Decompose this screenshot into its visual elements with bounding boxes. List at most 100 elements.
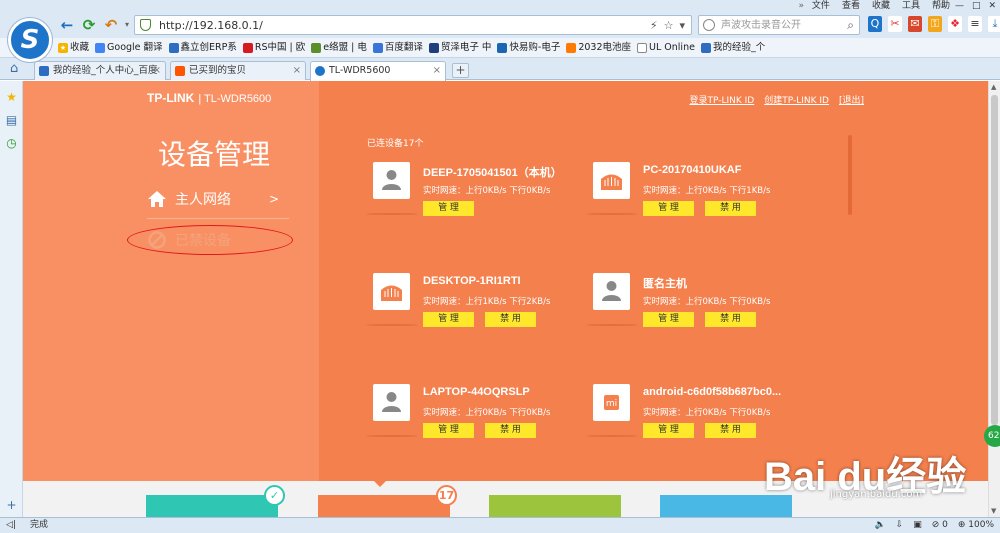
address-url[interactable]: http://192.168.0.1/ (159, 18, 263, 33)
manage-button[interactable]: 管 理 (423, 312, 474, 327)
search-engine-icon[interactable] (703, 19, 715, 31)
back-icon[interactable]: ← (58, 16, 76, 34)
home-icon[interactable]: ⌂ (10, 61, 18, 76)
bookmark-label: 贸泽电子 中 (440, 42, 492, 53)
block-button[interactable]: 禁 用 (705, 423, 756, 438)
device-list-scrollbar[interactable] (848, 135, 852, 215)
dropdown-icon[interactable]: ▾ (679, 18, 685, 33)
device-management-card[interactable]: 17 (318, 485, 457, 517)
bookmark-google-translate[interactable]: Google 翻译 (95, 40, 163, 56)
manage-button[interactable]: 管 理 (423, 201, 474, 216)
refresh-icon[interactable]: ⟳ (80, 16, 98, 34)
bookmark-mouser[interactable]: 贸泽电子 中 (428, 40, 492, 56)
block-button[interactable]: 禁 用 (485, 312, 536, 327)
bookmark-my-experience[interactable]: 我的经验_个 (700, 40, 765, 56)
browser-logo-icon[interactable]: S (8, 18, 52, 62)
close-button[interactable]: ✕ (988, 0, 996, 12)
device-name: android-c6d0f58b687bc0... (643, 386, 782, 398)
scroll-up-icon[interactable]: ▲ (991, 83, 996, 91)
browser-sidebar: ★ ▤ ◷ + (0, 81, 23, 517)
lightning-icon[interactable]: ⚡ (650, 18, 658, 33)
menu-host-network-label: 主人网络 (175, 192, 231, 208)
translate-icon[interactable]: Q (868, 16, 882, 32)
manage-button[interactable]: 管 理 (643, 423, 694, 438)
minimize-button[interactable]: — (955, 0, 964, 12)
bookmark-battery-holder[interactable]: 2032电池座 (566, 40, 631, 56)
bookmark-label: 收藏 (70, 42, 90, 53)
block-button[interactable]: 禁 用 (485, 423, 536, 438)
plugin-icon[interactable]: ❖ (948, 16, 962, 32)
blocked-count[interactable]: ⊘ 0 (932, 518, 948, 533)
new-tab-button[interactable]: + (452, 63, 469, 78)
bookmark-element14[interactable]: e络盟 | 电 (311, 40, 367, 56)
close-icon[interactable]: × (153, 62, 161, 79)
download-status-icon[interactable]: ⇩ (896, 518, 904, 533)
check-icon: ✓ (264, 485, 285, 506)
logout-link[interactable]: [退出] (839, 93, 864, 106)
menu-favorites[interactable]: 收藏 (872, 0, 890, 12)
device-name: PC-20170410UKAF (643, 164, 742, 176)
window-icon[interactable]: ▣ (913, 518, 922, 533)
baidu-logo-icon (700, 43, 711, 53)
maximize-button[interactable]: □ (972, 0, 981, 12)
device-shadow (366, 324, 418, 326)
speaker-icon[interactable]: 🔈 (874, 518, 885, 533)
tab-router[interactable]: TL-WDR5600 × (310, 61, 446, 81)
scrollbar-thumb[interactable] (991, 95, 998, 425)
menu-file[interactable]: 文件 (812, 0, 830, 12)
history-icon[interactable]: ◷ (5, 137, 18, 150)
search-placeholder[interactable]: 声波攻击录音公开 (721, 19, 801, 32)
blocked-count-value: 0 (942, 520, 948, 530)
close-icon[interactable]: × (433, 62, 441, 79)
block-button[interactable]: 禁 用 (705, 312, 756, 327)
block-button[interactable]: 禁 用 (705, 201, 756, 216)
device-shadow (586, 435, 638, 437)
scroll-down-icon[interactable]: ▼ (991, 507, 996, 515)
manage-button[interactable]: 管 理 (643, 201, 694, 216)
add-icon[interactable]: + (5, 499, 18, 512)
device-speed: 实时网速：上行0KB/s 下行0KB/s (643, 297, 771, 307)
bookmark-erp[interactable]: 鑫立创ERP系 (168, 40, 237, 56)
address-bar[interactable]: http://192.168.0.1/ ⚡ ☆ ▾ (134, 15, 692, 35)
bookmark-baidu-translate[interactable]: 百度翻译 (372, 40, 423, 56)
menu-view[interactable]: 查看 (842, 0, 860, 12)
router-model: | TL-WDR5600 (198, 93, 272, 105)
zoom-level[interactable]: ⊕ 100% (958, 518, 994, 533)
menu-tools[interactable]: 工具 (902, 0, 920, 12)
close-icon[interactable]: × (293, 62, 301, 79)
bookmark-label: RS中国 | 欧 (254, 42, 306, 53)
menu-host-network[interactable]: 主人网络 > (147, 182, 289, 216)
manage-button[interactable]: 管 理 (643, 312, 694, 327)
skin-icon[interactable]: ♤ (939, 0, 947, 12)
download-icon[interactable]: ⤓ (988, 16, 1000, 32)
key-icon[interactable]: ⚿ (928, 16, 942, 32)
app-management-card[interactable] (489, 495, 621, 517)
tab-baidu-experience[interactable]: 我的经验_个人中心_百度 × (34, 61, 166, 80)
search-box[interactable]: 声波攻击录音公开 ⌕ (698, 15, 860, 35)
bookmark-kuaiyigou[interactable]: 快易购-电子 (497, 40, 560, 56)
notes-icon[interactable]: ▤ (5, 114, 18, 127)
floating-badge[interactable]: 62 (984, 425, 1000, 447)
create-id-link[interactable]: 创建TP-LINK ID (764, 93, 829, 106)
menu-icon[interactable]: ≡ (968, 16, 982, 32)
star-icon[interactable]: ★ (5, 91, 18, 104)
screenshot-icon[interactable]: ✂ (888, 16, 902, 32)
sidebar-toggle-icon[interactable]: ◁| (6, 518, 16, 533)
bookmark-rs[interactable]: RS中国 | 欧 (242, 40, 306, 56)
bookmark-favorites[interactable]: ★ 收藏 (58, 40, 89, 56)
tplink-logo-icon (315, 66, 325, 76)
tab-purchased[interactable]: 已买到的宝贝 × (170, 61, 306, 80)
star-icon[interactable]: ☆ (664, 18, 674, 33)
manage-button[interactable]: 管 理 (423, 423, 474, 438)
mail-icon[interactable]: ✉ (908, 16, 922, 32)
search-icon[interactable]: ⌕ (847, 18, 854, 33)
bookmark-label: 鑫立创ERP系 (180, 42, 237, 53)
menu-overflow-chevron[interactable]: » (798, 0, 804, 12)
login-link[interactable]: 登录TP-LINK ID (690, 93, 755, 106)
network-status-card[interactable]: ✓ (146, 485, 285, 517)
page-scrollbar[interactable]: ▲ ▼ (988, 81, 1000, 517)
home-icon (148, 191, 166, 207)
device-card: DESKTOP-1RI1RTI 实时网速：上行1KB/s 下行2KB/s 管 理… (366, 273, 566, 353)
device-name: LAPTOP-44OQRSLP (423, 386, 530, 398)
bookmark-ul-online[interactable]: UL Online (637, 40, 695, 56)
